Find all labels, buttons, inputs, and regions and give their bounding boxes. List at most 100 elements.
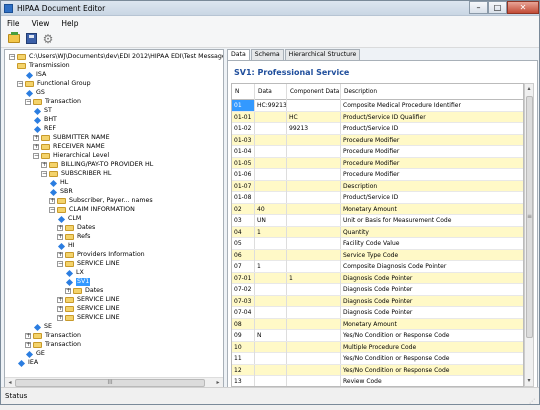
cell-n[interactable]: 09 — [232, 330, 255, 341]
cell-desc[interactable]: Description — [341, 181, 523, 192]
tree-segment-node[interactable]: ISA — [25, 71, 46, 79]
column-header-component-data[interactable]: Component Data — [287, 84, 341, 100]
cell-data[interactable] — [255, 341, 287, 353]
tree-folder-node[interactable]: + RECEIVER NAME — [33, 143, 105, 151]
tree-segment-node[interactable]: SE — [33, 323, 52, 331]
cell-comp[interactable] — [287, 261, 341, 272]
cell-comp[interactable] — [287, 180, 341, 192]
tree-folder-node[interactable]: Transmission — [17, 62, 70, 70]
table-row[interactable]: 01-04 Procedure Modifier — [232, 146, 523, 158]
expand-icon[interactable]: + — [33, 135, 39, 141]
column-header-data[interactable]: Data — [255, 84, 287, 100]
cell-comp[interactable] — [287, 134, 341, 146]
tree-segment-node[interactable]: SBR — [49, 188, 73, 196]
cell-desc[interactable]: Product/Service ID — [341, 123, 523, 134]
table-row[interactable]: 07-04 Diagnosis Code Pointer — [232, 307, 523, 319]
cell-data[interactable] — [255, 192, 287, 203]
cell-comp[interactable] — [287, 192, 341, 203]
expand-icon[interactable]: + — [41, 162, 47, 168]
cell-n[interactable]: 05 — [232, 238, 255, 249]
table-row[interactable]: 01-06 Procedure Modifier — [232, 169, 523, 181]
cell-comp[interactable] — [287, 100, 341, 111]
menu-view[interactable]: View — [32, 19, 50, 28]
cell-n[interactable]: 01 — [232, 100, 255, 111]
tree-segment-node[interactable]: HI — [57, 242, 75, 250]
cell-desc[interactable]: Product/Service ID Qualifier — [341, 112, 523, 123]
tree-segment-node[interactable]: BHT — [33, 116, 57, 124]
cell-n[interactable]: 07-04 — [232, 307, 255, 318]
tree-segment-node[interactable]: LX — [65, 269, 84, 277]
open-folder-icon[interactable] — [7, 32, 21, 46]
table-row[interactable]: 02 40 Monetary Amount — [232, 203, 523, 215]
cell-n[interactable]: 08 — [232, 318, 255, 330]
collapse-icon[interactable]: − — [25, 99, 31, 105]
cell-n[interactable]: 10 — [232, 341, 255, 353]
table-row[interactable]: 06 Service Type Code — [232, 249, 523, 261]
cell-data[interactable]: UN — [255, 215, 287, 226]
table-row[interactable]: 07-01 1 Diagnosis Code Pointer — [232, 272, 523, 284]
table-row[interactable]: 10 Multiple Procedure Code — [232, 341, 523, 353]
table-row[interactable]: 08 Monetary Amount — [232, 318, 523, 330]
column-header-description[interactable]: Description — [341, 84, 523, 100]
cell-n[interactable]: 01-01 — [232, 111, 255, 123]
cell-desc[interactable]: Monetary Amount — [341, 319, 523, 330]
cell-comp[interactable] — [287, 169, 341, 180]
expand-icon[interactable]: + — [25, 333, 31, 339]
cell-data[interactable] — [255, 307, 287, 318]
cell-data[interactable] — [255, 295, 287, 307]
table-row[interactable]: 01-08 Product/Service ID — [232, 192, 523, 204]
cell-data[interactable]: HC:99213 — [255, 100, 287, 111]
table-row[interactable]: 13 Review Code — [232, 376, 523, 386]
close-button[interactable]: ✕ — [507, 0, 539, 14]
cell-n[interactable]: 07-03 — [232, 295, 255, 307]
cell-desc[interactable]: Composite Diagnosis Code Pointer — [341, 261, 523, 272]
cell-n[interactable]: 01-04 — [232, 146, 255, 157]
cell-data[interactable]: 1 — [255, 226, 287, 238]
cell-n[interactable]: 13 — [232, 376, 255, 386]
scroll-thumb[interactable]: III — [15, 379, 205, 387]
cell-n[interactable]: 04 — [232, 226, 255, 238]
menu-file[interactable]: File — [7, 19, 20, 28]
cell-desc[interactable]: Yes/No Condition or Response Code — [341, 365, 523, 376]
table-row[interactable]: 09 N Yes/No Condition or Response Code — [232, 330, 523, 342]
cell-desc[interactable]: Yes/No Condition or Response Code — [341, 353, 523, 364]
table-row[interactable]: 03 UN Unit or Basis for Measurement Code — [232, 215, 523, 227]
table-scroll-thumb[interactable]: ≡ — [526, 96, 533, 338]
cell-data[interactable] — [255, 146, 287, 157]
cell-data[interactable] — [255, 376, 287, 386]
cell-n[interactable]: 02 — [232, 203, 255, 215]
cell-n[interactable]: 01-07 — [232, 180, 255, 192]
tree-folder-node[interactable]: + Providers Information — [57, 251, 145, 259]
cell-n[interactable]: 01-03 — [232, 134, 255, 146]
cell-desc[interactable]: Service Type Code — [341, 250, 523, 261]
cell-data[interactable] — [255, 134, 287, 146]
cell-desc[interactable]: Diagnosis Code Pointer — [341, 273, 523, 284]
tree-folder-node[interactable]: − SERVICE LINE — [57, 260, 120, 268]
collapse-icon[interactable]: − — [41, 171, 47, 177]
cell-n[interactable]: 01-06 — [232, 169, 255, 180]
collapse-icon[interactable]: − — [9, 54, 15, 60]
cell-data[interactable] — [255, 123, 287, 134]
cell-comp[interactable] — [287, 341, 341, 353]
cell-comp[interactable] — [287, 330, 341, 341]
cell-desc[interactable]: Procedure Modifier — [341, 158, 523, 169]
cell-n[interactable]: 07-02 — [232, 284, 255, 295]
cell-desc[interactable]: Diagnosis Code Pointer — [341, 284, 523, 295]
expand-icon[interactable]: + — [57, 297, 63, 303]
cell-comp[interactable] — [287, 215, 341, 226]
menu-help[interactable]: Help — [61, 19, 78, 28]
expand-icon[interactable]: + — [57, 234, 63, 240]
cell-n[interactable]: 06 — [232, 249, 255, 261]
cell-desc[interactable]: Product/Service ID — [341, 192, 523, 203]
cell-n[interactable]: 12 — [232, 364, 255, 376]
tree-folder-node[interactable]: + SERVICE LINE — [57, 305, 120, 313]
title-bar[interactable]: HIPAA Document Editor – □ ✕ — [1, 0, 539, 16]
tree-segment-node[interactable]: IEA — [17, 359, 38, 367]
table-row[interactable]: 01-05 Procedure Modifier — [232, 157, 523, 169]
tree-folder-node[interactable]: − SUBSCRIBER HL — [41, 170, 111, 178]
tree-folder-node[interactable]: + Dates — [65, 287, 103, 295]
document-tree[interactable]: − C:\Users\WJ\Documents\dev\EDI 2012\HIPA… — [4, 49, 224, 388]
cell-comp[interactable] — [287, 203, 341, 215]
cell-data[interactable] — [255, 157, 287, 169]
cell-desc[interactable]: Procedure Modifier — [341, 146, 523, 157]
